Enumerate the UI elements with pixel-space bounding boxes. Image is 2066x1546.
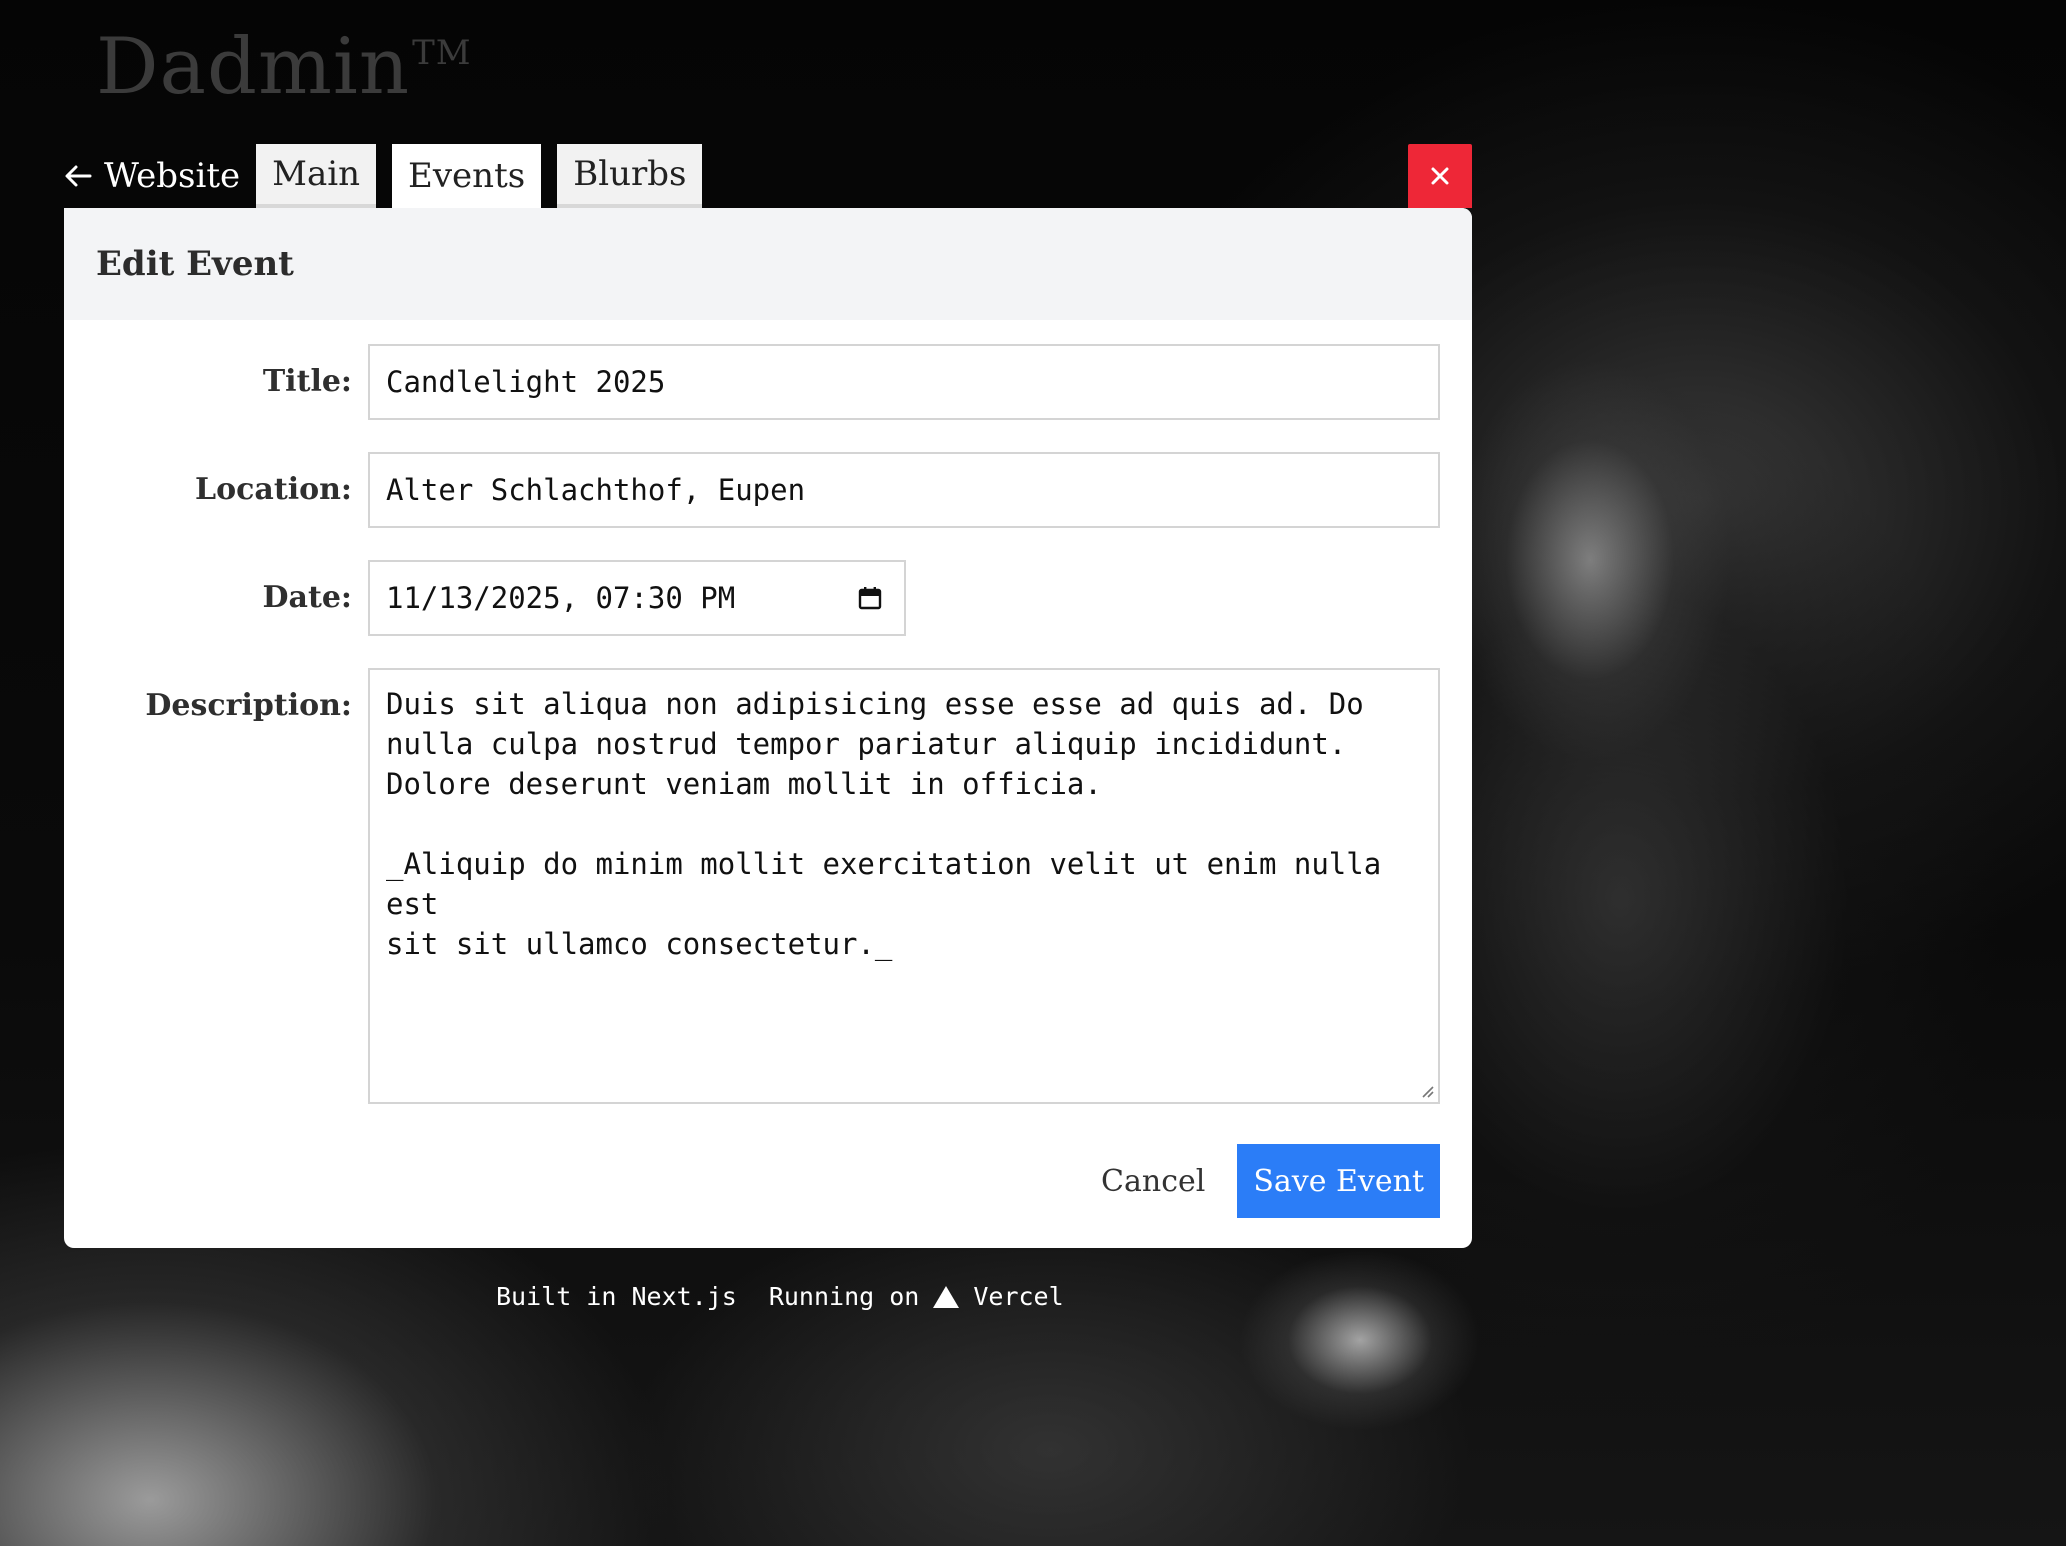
form-actions: Cancel Save Event <box>1101 1144 1440 1218</box>
date-label: Date: <box>262 580 352 615</box>
running-on-text: Running on <box>768 1282 920 1311</box>
footer: Built in Next.js Running on Vercel <box>496 1282 1064 1311</box>
description-textarea[interactable]: Duis sit aliqua non adipisicing esse ess… <box>368 668 1440 1104</box>
back-link-label: Website <box>104 156 241 196</box>
app-title-text: Dadmin <box>96 22 411 112</box>
resize-handle-icon[interactable] <box>1420 1084 1434 1098</box>
close-icon <box>1431 167 1449 185</box>
vercel-text: Vercel <box>973 1282 1064 1311</box>
date-row: Date: 11/13/2025, 07:30 PM <box>64 560 1472 636</box>
title-label: Title: <box>262 364 352 399</box>
edit-event-card: Edit Event Title: Candlelight 2025 Locat… <box>64 208 1472 1248</box>
card-heading: Edit Event <box>96 244 294 284</box>
tab-blurbs[interactable]: Blurbs <box>557 144 703 208</box>
tab-blurbs-label: Blurbs <box>573 154 687 194</box>
description-label: Description: <box>145 688 352 723</box>
save-event-button[interactable]: Save Event <box>1237 1144 1440 1218</box>
title-input-value: Candlelight 2025 <box>386 365 666 399</box>
description-row: Description: Duis sit aliqua non adipisi… <box>64 668 1472 1104</box>
arrow-left-icon <box>65 165 92 187</box>
date-input[interactable]: 11/13/2025, 07:30 PM <box>368 560 906 636</box>
close-button[interactable] <box>1408 144 1472 208</box>
location-row: Location: Alter Schlachthof, Eupen <box>64 452 1472 528</box>
trademark-mark: TM <box>412 33 472 73</box>
back-to-website-link[interactable]: Website <box>64 144 256 208</box>
title-row: Title: Candlelight 2025 <box>64 344 1472 420</box>
vercel-triangle-icon <box>933 1285 960 1308</box>
tab-bar: Website Main Events Blurbs <box>64 144 718 208</box>
card-header: Edit Event <box>64 208 1472 320</box>
tab-events[interactable]: Events <box>392 144 542 208</box>
date-input-value: 11/13/2025, 07:30 PM <box>386 581 736 615</box>
tab-events-label: Events <box>408 156 526 196</box>
title-input[interactable]: Candlelight 2025 <box>368 344 1440 420</box>
calendar-icon[interactable] <box>858 586 882 610</box>
tab-main[interactable]: Main <box>256 144 377 208</box>
location-input-value: Alter Schlachthof, Eupen <box>386 473 806 507</box>
tab-main-label: Main <box>272 154 361 194</box>
cancel-button[interactable]: Cancel <box>1101 1164 1205 1199</box>
location-label: Location: <box>195 472 352 507</box>
location-input[interactable]: Alter Schlachthof, Eupen <box>368 452 1440 528</box>
app-title: DadminTM <box>96 28 472 106</box>
description-text: Duis sit aliqua non adipisicing esse ess… <box>386 687 1382 961</box>
built-with-text: Built in Next.js <box>496 1282 737 1311</box>
